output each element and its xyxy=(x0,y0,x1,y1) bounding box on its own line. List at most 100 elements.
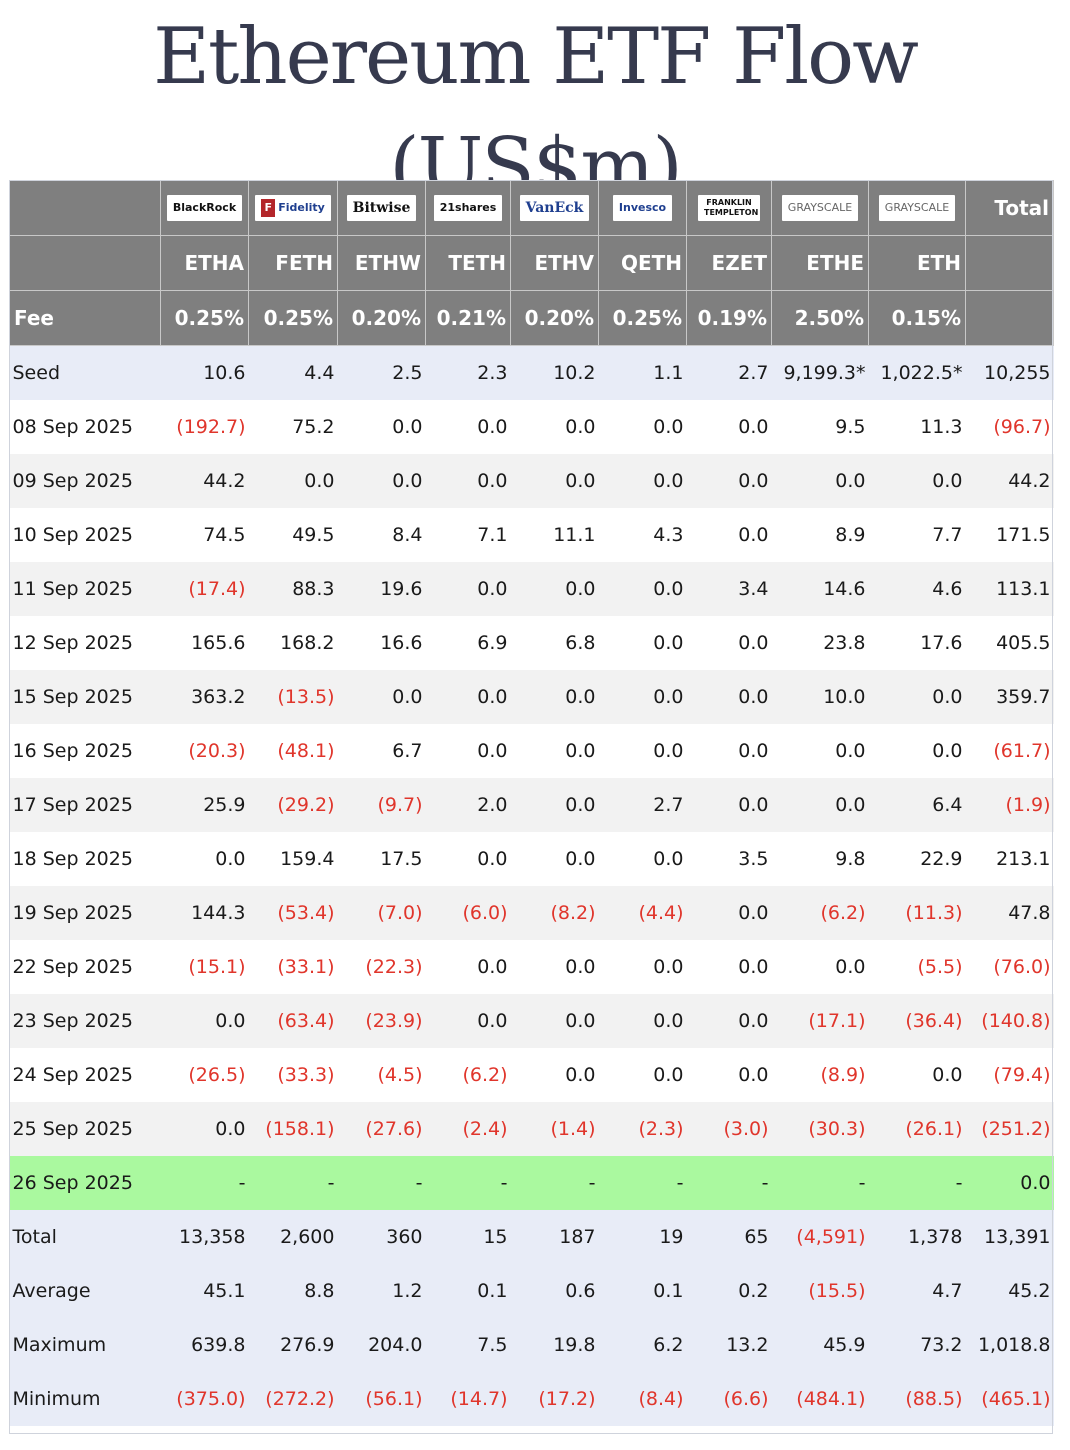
flow-cell: (20.3) xyxy=(160,724,249,778)
flow-cell: 0.6 xyxy=(510,1264,599,1318)
flow-cell: 144.3 xyxy=(160,886,249,940)
table-row: 22 Sep 2025 (15.1) (33.1) (22.3) 0.0 0.0 0.0 0.… xyxy=(9,940,1054,994)
flow-cell: (3.0) xyxy=(686,1102,772,1156)
flow-cell: 0.0 xyxy=(686,940,772,994)
empty-header-cell xyxy=(965,290,1054,346)
flow-cell: 4.4 xyxy=(248,345,338,400)
table-row: 08 Sep 2025 (192.7) 75.2 0.0 0.0 0.0 0.0 0.0 9.5… xyxy=(9,400,1054,454)
row-total-cell: (465.1) xyxy=(965,1372,1054,1426)
flow-cell: 0.0 xyxy=(598,832,687,886)
flow-cell: 9.5 xyxy=(771,400,869,454)
flow-cell: 7.7 xyxy=(868,508,966,562)
flow-cell: 0.0 xyxy=(510,994,599,1048)
summary-row: Total 13,358 2,600 360 15 187 19 65 (4,591) 1,378… xyxy=(9,1210,1054,1264)
flow-cell: 159.4 xyxy=(248,832,338,886)
flow-cell: 0.0 xyxy=(510,1048,599,1102)
flow-cell: (8.4) xyxy=(598,1372,687,1426)
flow-cell: (88.5) xyxy=(868,1372,966,1426)
ticker-header: FETH xyxy=(248,235,338,291)
flow-cell: 0.0 xyxy=(425,724,511,778)
fee-cell: 2.50% xyxy=(771,290,869,346)
table-row: 17 Sep 2025 25.9 (29.2) (9.7) 2.0 0.0 2.7 0.0 0.… xyxy=(9,778,1054,832)
flow-cell: 0.0 xyxy=(425,940,511,994)
flow-cell: (2.4) xyxy=(425,1102,511,1156)
flow-cell: 0.0 xyxy=(771,778,869,832)
row-label: 11 Sep 2025 xyxy=(9,562,161,616)
flow-cell: 4.6 xyxy=(868,562,966,616)
flow-cell: 4.3 xyxy=(598,508,687,562)
row-label: 16 Sep 2025 xyxy=(9,724,161,778)
flow-cell: - xyxy=(598,1156,687,1210)
row-label: 10 Sep 2025 xyxy=(9,508,161,562)
flow-cell: (4,591) xyxy=(771,1210,869,1264)
row-total-cell: 213.1 xyxy=(965,832,1054,886)
flow-cell: (4.5) xyxy=(337,1048,426,1102)
flow-cell: (7.0) xyxy=(337,886,426,940)
flow-cell: (26.1) xyxy=(868,1102,966,1156)
flow-cell: - xyxy=(160,1156,249,1210)
flow-cell: 0.0 xyxy=(598,940,687,994)
flow-cell: 14.6 xyxy=(771,562,869,616)
flow-cell: (484.1) xyxy=(771,1372,869,1426)
row-total-cell: 0.0 xyxy=(965,1156,1054,1210)
issuer-header-cell: Invesco xyxy=(598,180,687,236)
flow-cell: 0.0 xyxy=(598,724,687,778)
flow-cell: (6.2) xyxy=(771,886,869,940)
flow-cell: 0.0 xyxy=(686,670,772,724)
flow-cell: 17.6 xyxy=(868,616,966,670)
flow-cell: 0.0 xyxy=(425,400,511,454)
flow-cell: - xyxy=(337,1156,426,1210)
issuer-header-cell: GRAYSCALE xyxy=(771,180,869,236)
flow-cell: (6.2) xyxy=(425,1048,511,1102)
row-total-cell: (76.0) xyxy=(965,940,1054,994)
row-total-cell: (140.8) xyxy=(965,994,1054,1048)
flow-cell: 4.7 xyxy=(868,1264,966,1318)
flow-cell: (56.1) xyxy=(337,1372,426,1426)
row-total-cell: 171.5 xyxy=(965,508,1054,562)
row-label: 18 Sep 2025 xyxy=(9,832,161,886)
fee-cell: 0.20% xyxy=(510,290,599,346)
flow-cell: 13,358 xyxy=(160,1210,249,1264)
row-label: Minimum xyxy=(9,1372,161,1426)
flow-cell: 0.0 xyxy=(598,616,687,670)
flow-cell: 0.0 xyxy=(337,454,426,508)
row-label: Average xyxy=(9,1264,161,1318)
row-total-cell: 359.7 xyxy=(965,670,1054,724)
flow-cell: 0.0 xyxy=(868,1048,966,1102)
flow-cell: 9,199.3* xyxy=(771,345,869,400)
issuer-header-cell: VanEck xyxy=(510,180,599,236)
row-total-cell: 44.2 xyxy=(965,454,1054,508)
flow-cell: 19.6 xyxy=(337,562,426,616)
flow-cell: 0.0 xyxy=(686,454,772,508)
table-row: 18 Sep 2025 0.0 159.4 17.5 0.0 0.0 0.0 3.5 9.8 22… xyxy=(9,832,1054,886)
flow-cell: 0.0 xyxy=(510,832,599,886)
flow-cell: (48.1) xyxy=(248,724,338,778)
flow-cell: 0.0 xyxy=(598,1048,687,1102)
flow-cell: (9.7) xyxy=(337,778,426,832)
flow-cell: (33.3) xyxy=(248,1048,338,1102)
flow-cell: 276.9 xyxy=(248,1318,338,1372)
flow-cell: 0.0 xyxy=(771,940,869,994)
flow-cell: 0.0 xyxy=(160,1102,249,1156)
row-label: 23 Sep 2025 xyxy=(9,994,161,1048)
row-label: 24 Sep 2025 xyxy=(9,1048,161,1102)
row-total-cell: (96.7) xyxy=(965,400,1054,454)
row-total-cell: (79.4) xyxy=(965,1048,1054,1102)
row-total-cell: 113.1 xyxy=(965,562,1054,616)
issuer-header-cell: BlackRock xyxy=(160,180,249,236)
flow-cell: - xyxy=(510,1156,599,1210)
flow-cell: 363.2 xyxy=(160,670,249,724)
row-total-cell: (61.7) xyxy=(965,724,1054,778)
flow-cell: (8.9) xyxy=(771,1048,869,1102)
flow-cell: 0.0 xyxy=(425,994,511,1048)
flow-cell: - xyxy=(425,1156,511,1210)
flow-cell: 11.3 xyxy=(868,400,966,454)
flow-cell: 49.5 xyxy=(248,508,338,562)
flow-cell: (17.2) xyxy=(510,1372,599,1426)
fidelity-logo: F Fidelity xyxy=(255,195,331,222)
row-label: 09 Sep 2025 xyxy=(9,454,161,508)
table-row: 24 Sep 2025 (26.5) (33.3) (4.5) (6.2) 0.0 0.0 0… xyxy=(9,1048,1054,1102)
flow-cell: 11.1 xyxy=(510,508,599,562)
flow-cell: 2.7 xyxy=(598,778,687,832)
seed-row: Seed 10.6 4.4 2.5 2.3 10.2 1.1 2.7 9,199.3* 1,022… xyxy=(9,345,1054,400)
